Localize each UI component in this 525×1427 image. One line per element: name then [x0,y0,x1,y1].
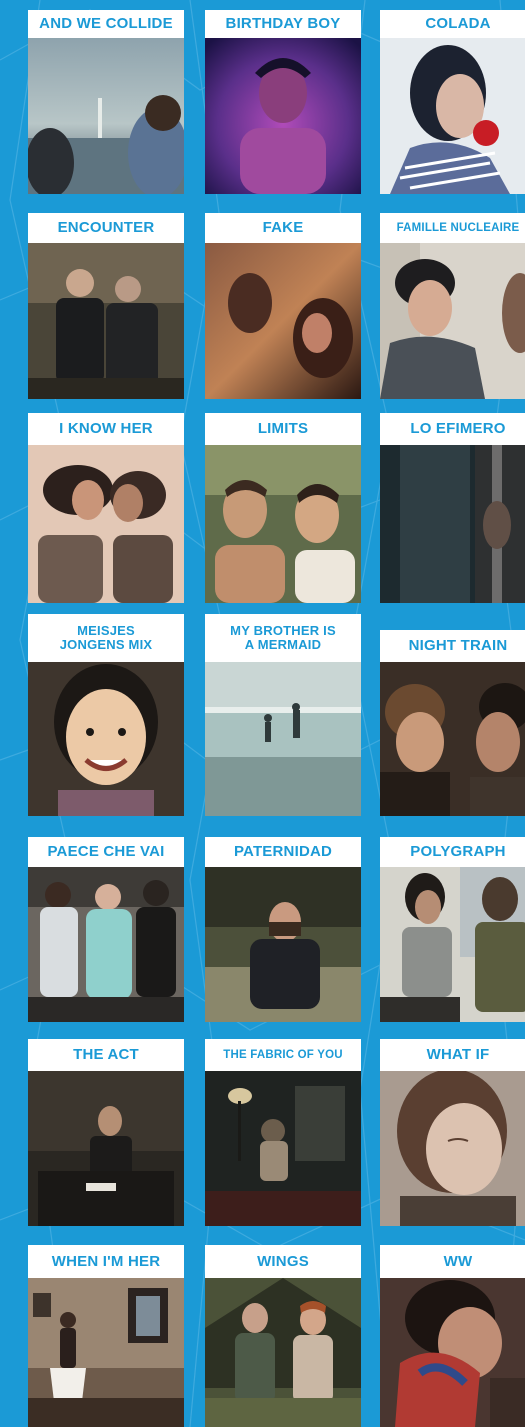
film-title: COLADA [380,10,525,38]
film-card-limits[interactable]: LIMITS [205,413,361,603]
film-title: PATERNIDAD [205,837,361,867]
film-title: WHEN I'M HER [28,1245,184,1278]
film-title: FAMILLE NUCLEAIRE [380,213,525,243]
film-card-colada[interactable]: COLADA [380,10,525,194]
film-card-polygraph[interactable]: POLYGRAPH [380,837,525,1022]
film-card-paece-che-vai[interactable]: PAECE CHE VAI [28,837,184,1022]
film-thumbnail [28,38,184,194]
film-card-ww[interactable]: WW [380,1245,525,1427]
film-thumbnail [28,1278,184,1427]
film-thumbnail [205,1071,361,1226]
film-card-famille-nucleaire[interactable]: FAMILLE NUCLEAIRE [380,213,525,399]
film-card-lo-efimero[interactable]: LO EFIMERO [380,413,525,603]
film-thumbnail [28,243,184,399]
film-card-what-if[interactable]: WHAT IF [380,1039,525,1226]
film-title: NIGHT TRAIN [380,630,525,662]
film-thumbnail [205,662,361,816]
film-card-meisjes-jongens-mix[interactable]: MEISJES JONGENS MIX [28,614,184,816]
film-title: ENCOUNTER [28,213,184,243]
film-title: FAKE [205,213,361,243]
film-thumbnail [380,1278,525,1427]
film-thumbnail [28,1071,184,1226]
film-card-my-brother-is-a-mermaid[interactable]: MY BROTHER IS A MERMAID [205,614,361,816]
film-thumbnail [205,38,361,194]
film-thumbnail [380,867,525,1022]
film-title: POLYGRAPH [380,837,525,867]
film-card-encounter[interactable]: ENCOUNTER [28,213,184,399]
film-card-night-train[interactable]: NIGHT TRAIN [380,614,525,816]
film-thumbnail [28,445,184,603]
film-title: THE ACT [28,1039,184,1071]
film-card-i-know-her[interactable]: I KNOW HER [28,413,184,603]
film-card-when-im-her[interactable]: WHEN I'M HER [28,1245,184,1427]
film-card-fake[interactable]: FAKE [205,213,361,399]
film-title: WINGS [205,1245,361,1278]
film-card-the-act[interactable]: THE ACT [28,1039,184,1226]
film-title: MY BROTHER IS A MERMAID [205,614,361,662]
film-thumbnail [205,445,361,603]
film-title: BIRTHDAY BOY [205,10,361,38]
film-title: I KNOW HER [28,413,184,445]
film-title: WHAT IF [380,1039,525,1071]
film-thumbnail [205,867,361,1022]
film-thumbnail [205,243,361,399]
film-card-wings[interactable]: WINGS [205,1245,361,1427]
film-title: WW [380,1245,525,1278]
film-card-and-we-collide[interactable]: AND WE COLLIDE [28,10,184,194]
film-thumbnail [205,1278,361,1427]
film-title: LO EFIMERO [380,413,525,445]
film-thumbnail [380,1071,525,1226]
film-card-the-fabric-of-you[interactable]: THE FABRIC OF YOU [205,1039,361,1226]
film-card-paternidad[interactable]: PATERNIDAD [205,837,361,1022]
film-thumbnail [380,662,525,816]
film-card-birthday-boy[interactable]: BIRTHDAY BOY [205,10,361,194]
film-thumbnail [28,662,184,816]
film-title: AND WE COLLIDE [28,10,184,38]
film-thumbnail [380,445,525,603]
film-thumbnail [380,243,525,399]
film-title: THE FABRIC OF YOU [205,1039,361,1071]
film-thumbnail [380,38,525,194]
film-thumbnail [28,867,184,1022]
film-title: MEISJES JONGENS MIX [28,614,184,662]
film-title: LIMITS [205,413,361,445]
film-title: PAECE CHE VAI [28,837,184,867]
